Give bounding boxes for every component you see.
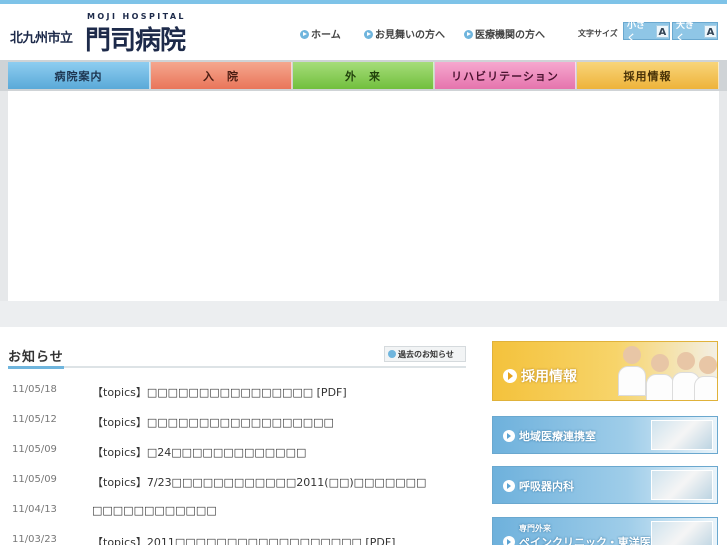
- nav-tab-outpatient[interactable]: 外 来: [293, 62, 434, 89]
- respiratory-medicine-text: 呼吸器内科: [519, 480, 574, 493]
- pain-clinic-banner[interactable]: 専門外来 ペインクリニック・東洋医学: [492, 517, 718, 545]
- community-liaison-text: 地域医療連携室: [519, 430, 596, 443]
- nav-tab-label: 外 来: [345, 69, 381, 83]
- pain-clinic-text: ペインクリニック・東洋医学: [519, 536, 662, 545]
- visitors-link-label: お見舞いの方へ: [375, 30, 445, 41]
- past-news-label: 過去のお知らせ: [398, 349, 454, 359]
- person-figure: [618, 366, 646, 396]
- news-date: 11/05/09: [12, 474, 57, 485]
- news-date: 11/05/18: [12, 384, 57, 395]
- hero-image-placeholder: [8, 91, 719, 301]
- news-item: 11/03/23 【topics】2011□□□□□□□□□□□□□□□□□□ …: [8, 530, 466, 545]
- medical-institutions-link[interactable]: 医療機関の方へ: [464, 26, 545, 41]
- nav-tab-recruitment[interactable]: 採用情報: [577, 62, 719, 89]
- community-liaison-banner[interactable]: 地域医療連携室: [492, 416, 718, 454]
- arrow-circle-icon: [503, 369, 517, 383]
- respiratory-medicine-label: 呼吸器内科: [503, 478, 574, 494]
- doctor-photo: [651, 521, 713, 545]
- recruitment-banner[interactable]: 採用情報: [492, 341, 718, 401]
- font-large-icon: A: [703, 24, 717, 38]
- recruitment-banner-text: 採用情報: [521, 369, 577, 385]
- home-link[interactable]: ホーム: [300, 26, 341, 41]
- pain-clinic-label: 専門外来 ペインクリニック・東洋医学: [503, 523, 662, 545]
- arrow-bullet-icon: [300, 30, 309, 39]
- hero-bottom-band: [0, 301, 727, 327]
- arrow-circle-icon: [503, 430, 515, 442]
- nav-tab-rehabilitation[interactable]: リハビリテーション: [435, 62, 576, 89]
- hospital-logo[interactable]: 北九州市立 MOJI HOSPITAL 門司病院: [10, 12, 205, 56]
- news-link[interactable]: 【topics】7/23□□□□□□□□□□□□2011(□□)□□□□□□□: [92, 474, 426, 490]
- nav-tab-label: 採用情報: [623, 69, 672, 83]
- top-accent-bar: [0, 0, 727, 4]
- respiratory-medicine-banner[interactable]: 呼吸器内科: [492, 466, 718, 504]
- font-size-large-button[interactable]: 大きく A: [672, 21, 718, 44]
- news-item: 11/04/13 □□□□□□□□□□□□: [8, 500, 466, 530]
- logo-japanese: 門司病院: [85, 26, 186, 56]
- person-figure: [623, 346, 641, 364]
- news-date: 11/05/12: [12, 414, 57, 425]
- nav-tab-hospital-guide[interactable]: 病院案内: [8, 62, 150, 89]
- news-date: 11/04/13: [12, 504, 57, 515]
- pain-clinic-sub: 専門外来: [519, 524, 551, 533]
- news-link[interactable]: 【topics】2011□□□□□□□□□□□□□□□□□□ [PDF]: [92, 534, 395, 545]
- news-link[interactable]: □□□□□□□□□□□□: [92, 504, 217, 517]
- clinic-photo: [651, 470, 713, 500]
- arrow-circle-icon: [503, 536, 515, 545]
- person-figure: [651, 354, 669, 372]
- font-size-small-button[interactable]: 小さく A: [623, 21, 670, 44]
- news-item: 11/05/12 【topics】□□□□□□□□□□□□□□□□□□: [8, 410, 466, 440]
- home-link-label: ホーム: [311, 30, 341, 41]
- person-figure: [694, 376, 717, 400]
- nav-tab-label: 病院案内: [54, 69, 103, 83]
- recruitment-banner-label: 採用情報: [503, 366, 577, 386]
- arrow-bullet-icon: [464, 30, 473, 39]
- nav-tab-label: リハビリテーション: [451, 69, 559, 83]
- news-date: 11/05/09: [12, 444, 57, 455]
- staff-photo: [617, 342, 647, 400]
- person-figure: [699, 356, 717, 374]
- news-item: 11/05/09 【topics】□24□□□□□□□□□□□□□: [8, 440, 466, 470]
- office-photo: [651, 420, 713, 450]
- staff-photo: [693, 342, 717, 400]
- arrow-bullet-icon: [388, 350, 396, 358]
- hero-area: [0, 91, 727, 327]
- font-size-small-label: 小さく: [627, 21, 646, 44]
- font-size-label: 文字サイズ: [578, 29, 618, 38]
- news-list: 11/05/18 【topics】□□□□□□□□□□□□□□□□ [PDF] …: [8, 380, 466, 545]
- news-link[interactable]: 【topics】□24□□□□□□□□□□□□□: [92, 444, 306, 460]
- visitors-link[interactable]: お見舞いの方へ: [364, 26, 445, 41]
- logo-city: 北九州市立: [10, 31, 73, 46]
- main-navigation: 病院案内 入 院 外 来 リハビリテーション 採用情報: [0, 60, 727, 91]
- arrow-circle-icon: [503, 480, 515, 492]
- nav-tab-inpatient[interactable]: 入 院: [151, 62, 292, 89]
- pain-clinic-main: ペインクリニック・東洋医学: [503, 534, 662, 545]
- arrow-bullet-icon: [364, 30, 373, 39]
- news-link[interactable]: 【topics】□□□□□□□□□□□□□□□□□□: [92, 414, 334, 430]
- news-item: 11/05/09 【topics】7/23□□□□□□□□□□□□2011(□□…: [8, 470, 466, 500]
- medical-institutions-link-label: 医療機関の方へ: [475, 30, 545, 41]
- past-news-button[interactable]: 過去のお知らせ: [384, 346, 466, 362]
- news-header: お知らせ 過去のお知らせ: [8, 346, 466, 369]
- font-small-icon: A: [655, 24, 669, 38]
- news-link[interactable]: 【topics】□□□□□□□□□□□□□□□□ [PDF]: [92, 384, 347, 400]
- person-figure: [646, 374, 674, 400]
- nav-tab-label: 入 院: [203, 69, 239, 83]
- news-title: お知らせ: [8, 346, 64, 369]
- font-size-large-label: 大きく: [676, 21, 695, 44]
- news-item: 11/05/18 【topics】□□□□□□□□□□□□□□□□ [PDF]: [8, 380, 466, 410]
- news-date: 11/03/23: [12, 534, 57, 545]
- community-liaison-label: 地域医療連携室: [503, 428, 596, 444]
